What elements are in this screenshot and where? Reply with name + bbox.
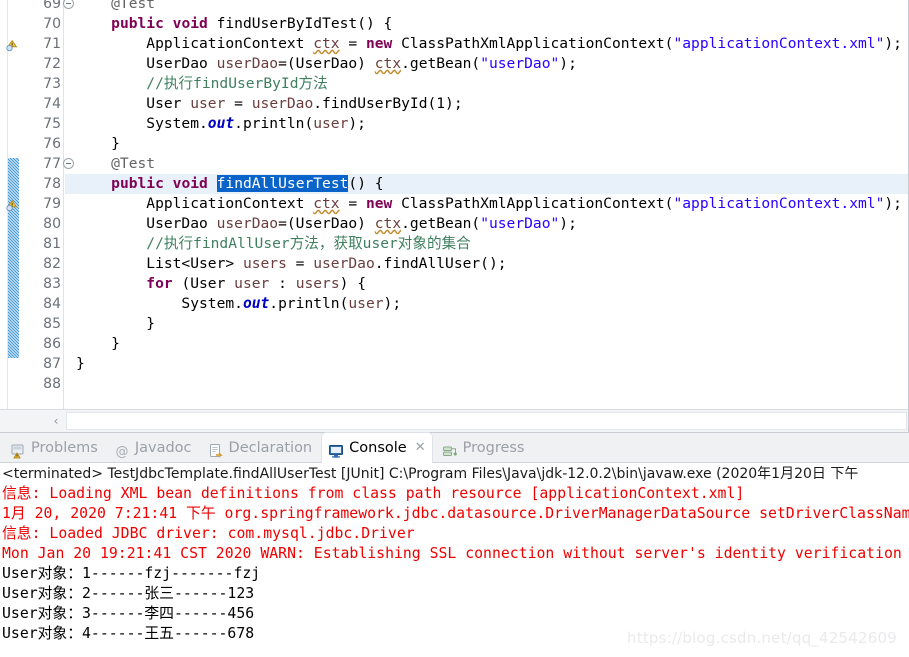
tab-console[interactable]: Console ✕ xyxy=(322,433,432,463)
console-line: 信息: Loading XML bean definitions from cl… xyxy=(2,485,745,502)
line-number: 76 xyxy=(43,136,61,152)
code-line[interactable]: ApplicationContext ctx = new ClassPathXm… xyxy=(76,194,902,214)
line-number: 75 xyxy=(43,116,61,132)
editor-text-area[interactable]: 69 @Test 70 public void findUserByIdTest(… xyxy=(0,0,908,410)
console-output-area[interactable]: <terminated> TestJdbcTemplate.findAllUse… xyxy=(0,463,909,657)
console-line: 信息: Loaded JDBC driver: com.mysql.jdbc.D… xyxy=(2,525,415,542)
line-number: 80 xyxy=(43,216,61,232)
code-line[interactable]: } xyxy=(76,354,85,374)
code-line[interactable]: @Test xyxy=(76,154,155,174)
selection-range-indicator xyxy=(8,158,19,358)
code-line[interactable]: } xyxy=(76,334,120,354)
bottom-view-tabbar[interactable]: Problems @ Javadoc Declaration Console ✕ Progr… xyxy=(0,433,909,463)
declaration-icon xyxy=(208,440,224,458)
line-number: 83 xyxy=(43,276,61,292)
line-number: 86 xyxy=(43,336,61,352)
code-line[interactable]: } xyxy=(76,134,120,154)
progress-icon xyxy=(442,440,458,456)
java-editor-panel[interactable]: 69 @Test 70 public void findUserByIdTest(… xyxy=(0,0,909,433)
line-number: 77 xyxy=(43,156,61,172)
tab-label: Console xyxy=(349,440,407,456)
code-fold-collapse-icon[interactable] xyxy=(63,0,74,9)
tab-label: Progress xyxy=(462,440,525,456)
eclipse-ide-window: 69 @Test 70 public void findUserByIdTest(… xyxy=(0,0,909,657)
line-number: 79 xyxy=(43,196,61,212)
console-terminated-header: <terminated> TestJdbcTemplate.findAllUse… xyxy=(2,466,859,482)
bottom-view-stack: Problems @ Javadoc Declaration Console ✕ Progr… xyxy=(0,433,909,657)
hscroll-track[interactable] xyxy=(66,412,907,430)
warning-marker-icon[interactable] xyxy=(6,197,20,212)
code-line[interactable]: User user = userDao.findUserById(1); xyxy=(76,94,462,114)
code-line[interactable]: UserDao userDao=(UserDao) ctx.getBean("u… xyxy=(76,54,577,74)
line-number: 74 xyxy=(43,96,61,112)
scroll-left-arrow-icon[interactable]: ‹ xyxy=(48,413,64,429)
line-number: 88 xyxy=(43,376,61,392)
code-line[interactable]: public void findAllUserTest() { xyxy=(76,174,384,194)
line-number: 82 xyxy=(43,256,61,272)
line-number: 81 xyxy=(43,236,61,252)
problems-icon xyxy=(10,440,26,459)
tab-javadoc[interactable]: @ Javadoc xyxy=(108,433,198,463)
line-number: 69 xyxy=(43,0,61,12)
editor-horizontal-scrollbar[interactable]: ‹ xyxy=(0,409,908,432)
tab-label: Javadoc xyxy=(134,440,192,456)
console-line: User对象：4------王五------678 xyxy=(2,625,255,642)
code-line[interactable]: System.out.println(user); xyxy=(76,294,401,314)
svg-text:@: @ xyxy=(115,445,128,460)
code-line[interactable]: List<User> users = userDao.findAllUser()… xyxy=(76,254,506,274)
code-line[interactable]: //执行findUserById方法 xyxy=(76,74,327,94)
code-line[interactable]: @Test xyxy=(76,0,155,14)
code-line[interactable]: } xyxy=(76,314,155,334)
line-number: 87 xyxy=(43,356,61,372)
tab-label: Declaration xyxy=(228,440,313,456)
warning-marker-icon[interactable] xyxy=(6,37,20,52)
tab-declaration[interactable]: Declaration xyxy=(202,433,319,463)
code-line[interactable]: System.out.println(user); xyxy=(76,114,366,134)
code-line[interactable]: for (User user : users) { xyxy=(76,274,366,294)
console-line: User对象：2------张三------123 xyxy=(2,585,255,602)
code-fold-collapse-icon[interactable] xyxy=(63,158,74,169)
line-number: 85 xyxy=(43,316,61,332)
tab-progress[interactable]: Progress xyxy=(436,433,531,463)
line-number: 78 xyxy=(43,176,61,192)
console-line: User对象：3------李四------456 xyxy=(2,605,255,622)
console-icon xyxy=(328,440,344,458)
line-number: 70 xyxy=(43,16,61,32)
console-line: 1月 20, 2020 7:21:41 下午 org.springframewo… xyxy=(2,505,909,522)
console-line: User对象：1------fzj-------fzj xyxy=(2,565,261,582)
code-line[interactable]: UserDao userDao=(UserDao) ctx.getBean("u… xyxy=(76,214,577,234)
code-line[interactable]: ApplicationContext ctx = new ClassPathXm… xyxy=(76,34,902,54)
console-line: Mon Jan 20 19:21:41 CST 2020 WARN: Estab… xyxy=(2,545,902,562)
tab-problems[interactable]: Problems xyxy=(4,433,104,463)
line-number: 71 xyxy=(43,36,61,52)
line-number: 72 xyxy=(43,56,61,72)
line-number: 73 xyxy=(43,76,61,92)
at-sign-icon: @ xyxy=(114,440,130,460)
tab-close-icon[interactable]: ✕ xyxy=(415,433,426,463)
line-number: 84 xyxy=(43,296,61,312)
code-line[interactable]: public void findUserByIdTest() { xyxy=(76,14,392,34)
tab-label: Problems xyxy=(31,440,98,456)
code-line[interactable]: //执行findAllUser方法，获取user对象的集合 xyxy=(76,234,471,254)
